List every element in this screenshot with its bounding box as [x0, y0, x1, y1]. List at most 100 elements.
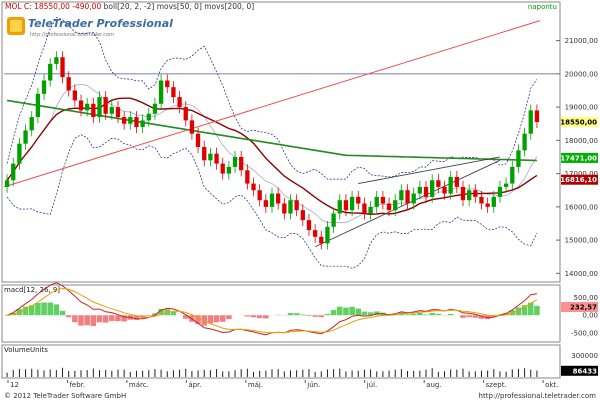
macd-panel	[2, 285, 560, 342]
candle-body	[153, 104, 157, 114]
candle-body	[177, 97, 181, 107]
candle-body	[442, 187, 446, 194]
candle-body	[387, 204, 391, 211]
macd-y-tick-label: 500,00	[574, 294, 599, 302]
candle-body	[356, 197, 360, 204]
candle-body	[251, 184, 255, 191]
x-axis: 12febr.márc.ápr.máj.jún.júl.aug.szept.ok…	[8, 380, 558, 389]
candle-body	[122, 117, 126, 124]
macd-histogram-bar	[466, 315, 472, 317]
macd-histogram-bar	[429, 313, 435, 315]
candle-body	[23, 130, 27, 143]
candle-body	[147, 114, 151, 121]
x-tick-label: 12	[10, 381, 19, 389]
candle-body	[11, 164, 15, 181]
candle-body	[116, 107, 120, 117]
y-tick-label: 18000,00	[565, 137, 598, 145]
macd-histogram-bar	[171, 312, 177, 315]
macd-histogram-bar	[473, 315, 479, 318]
candle-body	[264, 200, 268, 207]
candle-body	[479, 197, 483, 204]
candle-body	[221, 164, 225, 174]
macd-y-tick-label: -500,00	[571, 329, 598, 337]
candle-body	[85, 104, 89, 111]
macd-histogram-bar	[325, 314, 331, 315]
y-tick-label: 21000,00	[565, 37, 598, 45]
macd-histogram-bar	[97, 315, 103, 322]
macd-histogram-bar	[72, 315, 78, 322]
last-price-label: 18550,00	[560, 119, 597, 127]
macd-histogram-bar	[263, 315, 269, 318]
candle-body	[436, 180, 440, 187]
macd-histogram-bar	[522, 305, 528, 315]
candle-body	[381, 197, 385, 204]
candle-body	[276, 194, 280, 204]
candle-body	[91, 104, 95, 117]
macd-histogram-bar	[312, 315, 318, 317]
footer-url: http://professional.teletrader.com	[479, 392, 597, 400]
candle-body	[36, 94, 40, 117]
macd-histogram-bar	[251, 315, 257, 317]
candle-body	[473, 190, 477, 197]
candle-body	[510, 167, 514, 184]
candle-body	[504, 184, 508, 187]
macd-histogram-bar	[319, 315, 325, 317]
macd-histogram-bar	[214, 315, 220, 322]
macd-histogram-bar	[436, 314, 442, 315]
candle-body	[140, 120, 144, 127]
candle-body	[331, 214, 335, 227]
x-tick-label: júl.	[366, 381, 378, 389]
ma50-value-label: 16816,10	[560, 176, 597, 184]
x-tick-label: máj.	[248, 381, 263, 389]
candle-body	[42, 81, 46, 94]
macd-histogram-bar	[331, 310, 337, 315]
candle-body	[103, 97, 107, 114]
candle-body	[159, 81, 163, 104]
candle-body	[270, 194, 274, 207]
macd-histogram-bar	[423, 314, 429, 315]
candle-body	[368, 207, 372, 214]
candle-body	[202, 147, 206, 160]
footer-copyright: © 2012 TeleTrader Software GmbH	[4, 392, 126, 400]
candle-body	[294, 200, 298, 210]
candle-body	[522, 134, 526, 151]
chart-canvas: MOL C: 18550,00 -490,00 boll[20, 2, -2] …	[0, 0, 600, 400]
candle-body	[258, 190, 262, 200]
candle-body	[17, 144, 21, 164]
candle-body	[184, 107, 188, 120]
ma200-value-label: 17471,00	[560, 154, 597, 162]
volume-value-label: 86433	[573, 367, 597, 375]
candle-body	[467, 190, 471, 200]
candle-body	[529, 110, 533, 133]
logo-url: http://professional.teletrader.com	[30, 32, 114, 38]
macd-histogram-bar	[306, 315, 312, 316]
macd-histogram-bar	[534, 306, 540, 315]
candle-body	[245, 170, 249, 183]
x-tick-label: ápr.	[188, 381, 201, 389]
candle-body	[301, 210, 305, 220]
candle-body	[233, 157, 237, 167]
macd-histogram-bar	[35, 303, 41, 315]
candle-body	[128, 117, 132, 124]
candle-body	[79, 100, 83, 110]
candle-body	[516, 150, 520, 167]
candle-body	[325, 227, 329, 244]
macd-histogram-bar	[294, 313, 300, 315]
candle-body	[319, 237, 323, 244]
macd-histogram-bar	[288, 313, 294, 315]
candle-body	[190, 120, 194, 133]
candle-body	[485, 204, 489, 207]
candle-body	[424, 187, 428, 197]
macd-histogram-bar	[257, 315, 263, 318]
candle-body	[214, 154, 218, 164]
candle-body	[498, 187, 502, 197]
candle-body	[412, 194, 416, 204]
chart-window: MOL C: 18550,00 -490,00 boll[20, 2, -2] …	[0, 0, 600, 400]
candle-body	[350, 197, 354, 210]
candle-body	[208, 154, 212, 161]
candle-body	[535, 110, 539, 122]
candle-body	[196, 134, 200, 147]
candle-body	[67, 77, 71, 90]
macd-value-label: 232,57	[570, 304, 597, 312]
y-tick-label: 16000,00	[565, 203, 598, 211]
